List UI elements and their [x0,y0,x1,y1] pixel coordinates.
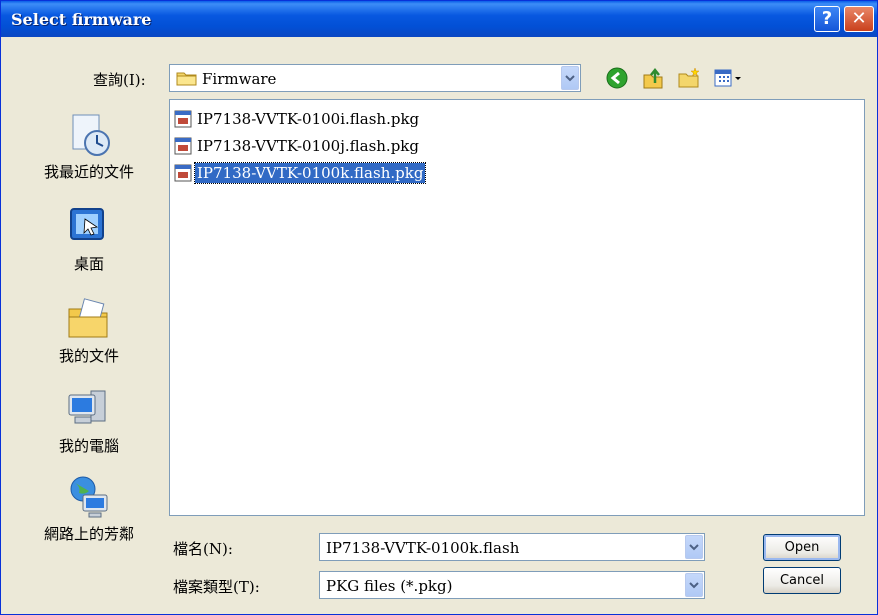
filename-input[interactable]: IP7138-VVTK-0100k.flash [319,533,705,561]
filetype-value: PKG files (*.pkg) [326,577,453,595]
place-network-places[interactable]: 網路上的芳鄰 [19,473,159,544]
filename-label: 檔名(N): [173,540,233,558]
places-bar: 我最近的文件 桌面 我的文件 我的電腦 網路上的芳鄰 [19,99,159,569]
place-label: 桌面 [73,255,104,273]
close-button[interactable]: ✕ [844,6,874,32]
list-item[interactable]: IP7138-VVTK-0100i.flash.pkg [174,108,421,130]
place-label: 我最近的文件 [43,163,134,181]
chevron-down-icon[interactable] [685,535,703,559]
filetype-label: 檔案類型(T): [173,578,260,596]
file-name: IP7138-VVTK-0100i.flash.pkg [197,110,420,128]
view-menu-icon[interactable] [713,66,743,90]
desktop-icon [70,208,104,240]
network-places-icon [70,476,108,518]
place-label: 我的電腦 [58,437,119,455]
list-item-selected[interactable]: IP7138-VVTK-0100k.flash.pkg [174,162,427,184]
lookin-dropdown[interactable]: Firmware [169,64,581,92]
place-recent-documents[interactable]: 我最近的文件 [19,111,159,182]
filename-value: IP7138-VVTK-0100k.flash [326,539,520,557]
package-file-icon [174,137,192,155]
file-name: IP7138-VVTK-0100k.flash.pkg [193,162,427,184]
chevron-down-icon[interactable] [685,573,703,597]
help-button[interactable]: ? [814,6,840,32]
file-list[interactable]: IP7138-VVTK-0100i.flash.pkg IP7138-VVTK-… [169,99,865,516]
lookin-label: 查詢(I): [93,71,146,89]
package-file-icon [174,164,192,182]
list-item[interactable]: IP7138-VVTK-0100j.flash.pkg [174,135,421,157]
title-bar[interactable]: Select firmware ? ✕ [1,1,877,37]
lookin-value: Firmware [202,70,277,88]
filetype-dropdown[interactable]: PKG files (*.pkg) [319,571,705,599]
package-file-icon [174,110,192,128]
place-label: 我的文件 [58,347,119,365]
my-documents-icon [68,298,108,338]
place-label: 網路上的芳鄰 [43,525,134,543]
place-my-computer[interactable]: 我的電腦 [19,385,159,456]
place-my-documents[interactable]: 我的文件 [19,295,159,366]
recent-documents-icon [72,114,110,156]
file-name: IP7138-VVTK-0100j.flash.pkg [197,137,419,155]
file-dialog: Select firmware ? ✕ 查詢(I): Firmware 我最近的… [0,0,878,615]
up-folder-icon[interactable] [641,66,665,90]
chevron-down-icon[interactable] [561,66,579,90]
back-icon[interactable] [605,66,629,90]
open-button[interactable]: Open [763,534,841,561]
new-folder-icon[interactable] [677,66,701,90]
place-desktop[interactable]: 桌面 [19,203,159,274]
my-computer-icon [68,390,106,424]
folder-icon [176,72,197,86]
window-title: Select firmware [11,10,152,29]
cancel-button[interactable]: Cancel [763,567,841,594]
